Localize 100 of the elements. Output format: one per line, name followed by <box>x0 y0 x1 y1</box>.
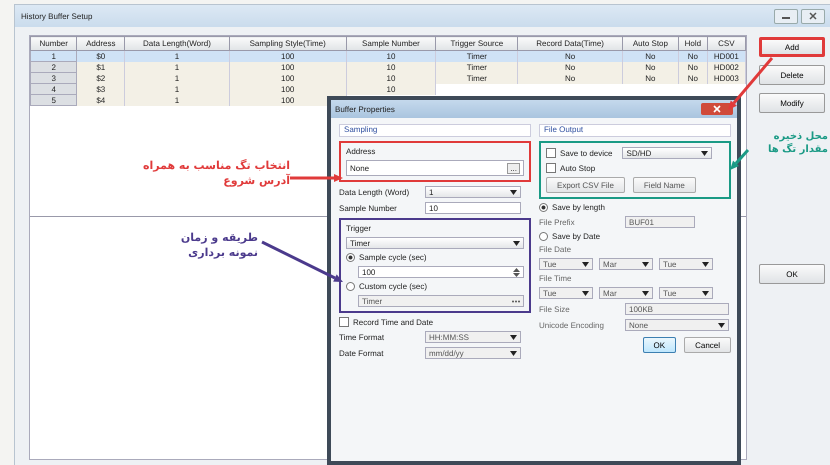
radio-button[interactable] <box>539 232 548 241</box>
ok-button[interactable]: OK <box>759 264 825 284</box>
dialog-button[interactable]: Field Name <box>632 177 696 193</box>
dropdown[interactable]: SD/HD <box>622 147 712 159</box>
table-cell: 10 <box>346 72 436 84</box>
input-field[interactable]: BUF01 <box>625 216 695 228</box>
caret-icon <box>582 290 589 296</box>
table-row[interactable]: 2 $1 1 100 10 Timer No No No HD002 <box>30 62 746 72</box>
column-header[interactable]: Sample Number <box>346 36 436 50</box>
annotation-text: محل ذخیره مقدار تگ ها <box>767 130 828 156</box>
side-button[interactable]: Add <box>759 37 825 57</box>
dropdown[interactable]: Tue <box>539 258 593 270</box>
table-cell: Timer <box>436 72 518 84</box>
table-cell: 3 <box>30 72 77 84</box>
group-label: Address <box>346 147 376 156</box>
table-row[interactable]: 1 $0 1 100 10 Timer No No No HD001 <box>30 50 746 62</box>
caret-icon <box>702 290 709 296</box>
field-label: Sample Number <box>339 204 398 212</box>
checkbox[interactable] <box>546 148 556 158</box>
column-header[interactable]: Data Length(Word) <box>124 36 230 50</box>
table-cell: 4 <box>30 84 77 94</box>
dropdown[interactable]: Tue <box>659 258 713 270</box>
table-row[interactable]: 5 $4 1 100 <box>30 94 746 106</box>
dropdown[interactable]: Tue <box>539 287 593 299</box>
input-field[interactable]: 100KB <box>625 303 729 315</box>
table-cell: 10 <box>346 84 436 94</box>
table-row[interactable]: 4 $3 1 100 10 <box>30 84 746 94</box>
table-cell: 2 <box>30 62 77 72</box>
table-cell: No <box>518 62 622 72</box>
table-cell: 1 <box>124 62 230 72</box>
input-field[interactable]: 10 <box>425 202 521 214</box>
annotation-text: طریقه و زمان نمونه برداری <box>180 230 258 260</box>
dropdown[interactable]: mm/dd/yy <box>425 347 521 359</box>
table-cell: 1 <box>124 84 230 94</box>
field-label: File Date <box>539 245 572 254</box>
table-cell: Timer <box>436 50 518 62</box>
radio-button[interactable] <box>346 253 355 262</box>
table-cell: 1 <box>124 50 230 62</box>
group-label: Trigger <box>346 224 372 233</box>
field-label: File Size <box>539 304 571 314</box>
column-header[interactable]: CSV <box>707 36 746 50</box>
table-cell: Timer <box>436 62 518 72</box>
caret-icon <box>701 150 708 156</box>
checkbox[interactable] <box>339 317 349 327</box>
minimize-button[interactable] <box>774 8 798 24</box>
column-header[interactable]: Address <box>76 36 125 50</box>
side-button[interactable]: Modify <box>759 93 825 113</box>
table-cell: 1 <box>124 94 230 106</box>
annotation-text: انتخاب تگ مناسب به همراه آدرس شروع <box>142 158 290 188</box>
dropdown[interactable]: None <box>625 319 729 331</box>
radio-label: Save by length <box>552 203 605 212</box>
browse-icon[interactable] <box>512 300 520 302</box>
dropdown[interactable]: HH:MM:SS <box>425 331 521 343</box>
dialog-button[interactable]: Cancel <box>684 337 731 353</box>
dropdown[interactable]: 1 <box>425 186 521 198</box>
dropdown[interactable]: Tue <box>659 287 713 299</box>
table-cell: 1 <box>124 72 230 84</box>
address-field[interactable]: None ... <box>346 160 524 176</box>
dropdown[interactable]: Mar <box>599 287 653 299</box>
radio-label: Save by Date <box>552 232 600 241</box>
field-label: File Prefix <box>539 218 576 226</box>
close-button[interactable] <box>801 8 825 24</box>
checkbox-label: Auto Stop <box>560 164 596 172</box>
browse-button[interactable]: ... <box>507 162 520 174</box>
dialog-button[interactable]: Export CSV File <box>546 177 625 193</box>
table-cell: 100 <box>229 50 346 62</box>
checkbox-label: Save to device <box>560 148 612 158</box>
caret-icon <box>642 290 649 296</box>
table-cell: No <box>518 50 622 62</box>
caret-icon <box>510 334 517 340</box>
checkbox-label: Record Time and Date <box>353 318 434 326</box>
caret-icon <box>718 322 725 328</box>
group-header: File Output <box>539 124 731 137</box>
side-button[interactable]: Delete <box>759 65 825 85</box>
table-row[interactable]: 3 $2 1 100 10 Timer No No No HD003 <box>30 72 746 84</box>
column-header[interactable]: Record Data(Time) <box>518 36 622 50</box>
window-title: History Buffer Setup <box>21 12 92 20</box>
column-header[interactable]: Hold <box>678 36 708 50</box>
column-header[interactable]: Sampling Style(Time) <box>229 36 346 50</box>
dropdown[interactable]: Timer <box>346 237 524 249</box>
spinner-icon[interactable] <box>513 268 520 276</box>
radio-label: Sample cycle (sec) <box>359 253 427 262</box>
radio-button[interactable] <box>539 203 548 212</box>
caret-icon <box>513 240 520 246</box>
column-header[interactable]: Trigger Source <box>436 36 518 50</box>
caret-icon <box>582 262 589 266</box>
input-field[interactable]: Timer <box>358 295 524 307</box>
radio-button[interactable] <box>346 282 355 291</box>
input-field[interactable]: 100 <box>358 266 524 278</box>
dropdown[interactable]: Mar <box>599 258 653 270</box>
field-label: Time Format <box>339 332 386 342</box>
dialog-button[interactable]: OK <box>642 337 676 353</box>
column-header[interactable]: Auto Stop <box>622 36 679 50</box>
checkbox[interactable] <box>546 163 556 173</box>
close-button[interactable] <box>701 103 733 115</box>
column-header[interactable]: Number <box>30 36 77 50</box>
close-icon <box>808 12 818 20</box>
dialog-title: Buffer Properties <box>335 104 395 114</box>
field-label: Unicode Encoding <box>539 320 605 330</box>
caret-icon <box>642 262 649 266</box>
